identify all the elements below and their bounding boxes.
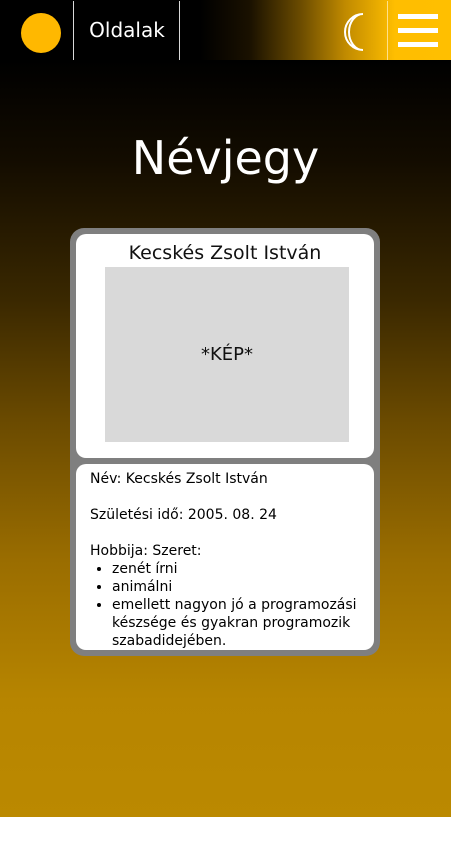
navbar: Oldalak [0,0,451,60]
hobby-item: zenét írni [112,560,364,578]
card-header: Kecskés Zsolt István *KÉP* [76,234,374,458]
photo-placeholder: *KÉP* [105,267,349,442]
page-title: Névjegy [131,131,320,185]
nav-link-pages[interactable]: Oldalak [74,0,180,60]
name-line: Név: Kecskés Zsolt István [90,471,268,487]
profile-card: Kecskés Zsolt István *KÉP* Név: Kecskés … [70,228,380,656]
moon-icon[interactable] [337,12,373,52]
page-background: Oldalak Névjegy Kecskés Zsolt István *KÉ… [0,0,451,817]
nav-divider [387,1,388,60]
card-name: Kecskés Zsolt István [128,242,322,264]
hobby-item: animálni [112,578,364,596]
nav-divider [179,1,180,60]
hobby-item: emellett nagyon jó a programozási készsé… [112,596,364,650]
card-details: Név: Kecskés Zsolt István Születési idő:… [76,464,374,650]
birth-date-line: Születési idő: 2005. 08. 24 [90,507,277,523]
hamburger-menu-icon[interactable] [398,14,438,48]
hobby-list: zenét írni animálni emellett nagyon jó a… [90,560,364,650]
photo-placeholder-text: *KÉP* [200,344,254,365]
hobby-heading: Hobbija: Szeret: [90,543,202,559]
logo-circle[interactable] [21,13,61,53]
